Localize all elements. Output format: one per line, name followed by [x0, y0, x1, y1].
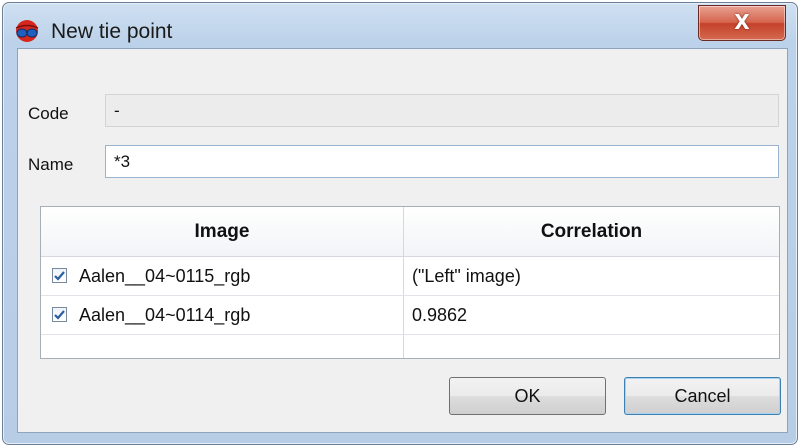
correlation-cell: ("Left" image) [412, 266, 521, 286]
images-table: Image Correlation Aalen__04~0115_rgb ("L… [40, 206, 780, 359]
column-header-correlation[interactable]: Correlation [404, 207, 779, 256]
tie-point-glasses-icon [15, 19, 39, 43]
title-bar[interactable]: New tie point X [3, 3, 797, 45]
image-name-cell: Aalen__04~0115_rgb [79, 266, 251, 286]
image-name-cell: Aalen__04~0114_rgb [79, 305, 251, 325]
row-checkbox[interactable] [52, 307, 67, 322]
name-label: Name [28, 155, 74, 174]
ok-button[interactable]: OK [449, 377, 606, 415]
checkmark-icon [54, 310, 65, 320]
cancel-button[interactable]: Cancel [624, 377, 781, 415]
correlation-cell: 0.9862 [412, 305, 468, 325]
table-row[interactable]: Aalen__04~0115_rgb ("Left" image) [41, 257, 779, 296]
name-input[interactable] [105, 145, 779, 178]
code-field: - [105, 94, 779, 127]
dialog-body: Code - Name Image Correlation Aalen__04~… [17, 48, 788, 433]
dialog-window: New tie point X Code - Name Image Correl… [2, 2, 798, 445]
close-icon: X [734, 10, 750, 34]
table-header: Image Correlation [41, 207, 779, 257]
checkmark-icon [54, 271, 65, 281]
column-header-image[interactable]: Image [41, 207, 403, 256]
code-label: Code [28, 104, 69, 123]
close-button[interactable]: X [698, 5, 786, 41]
window-title: New tie point [51, 20, 173, 43]
row-checkbox[interactable] [52, 268, 67, 283]
table-row[interactable]: Aalen__04~0114_rgb 0.9862 [41, 296, 779, 335]
